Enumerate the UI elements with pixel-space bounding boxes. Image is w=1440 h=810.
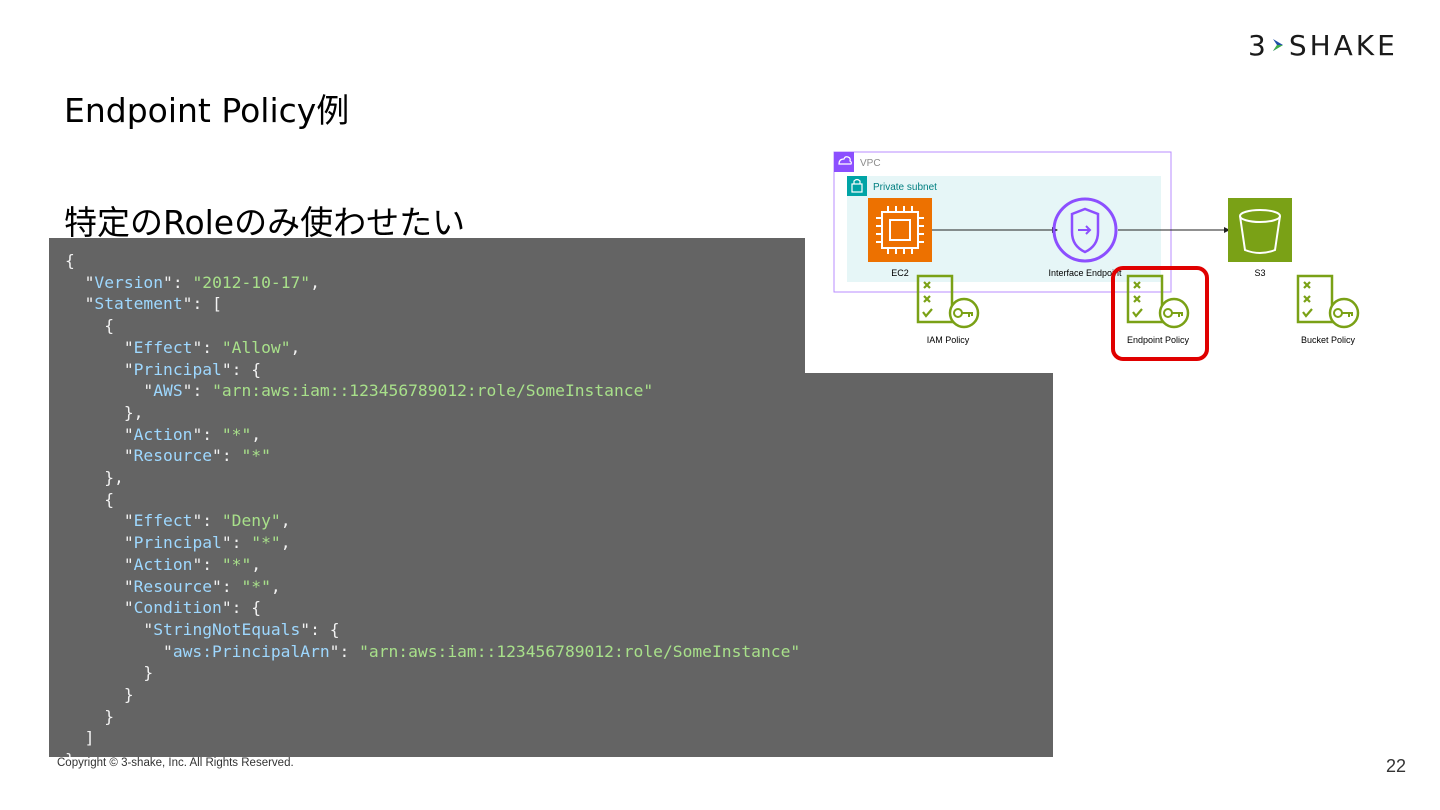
- ec2-label: EC2: [891, 268, 909, 278]
- json-string: "*": [221, 424, 252, 444]
- json-punctuation: ": [65, 272, 95, 292]
- json-key: Principal: [133, 533, 222, 553]
- lock-icon: [847, 176, 867, 196]
- s3-bucket-icon: [1228, 198, 1292, 262]
- json-punctuation: ,: [251, 554, 262, 574]
- json-string: "Allow": [221, 337, 291, 357]
- json-punctuation: {: [65, 316, 115, 336]
- json-string: "Deny": [221, 511, 281, 531]
- copyright-footer: Copyright © 3-shake, Inc. All Rights Res…: [57, 757, 294, 769]
- json-punctuation: ":: [212, 576, 242, 596]
- bucket-policy-label: Bucket Policy: [1301, 335, 1356, 345]
- ec2-icon: [868, 198, 932, 262]
- json-punctuation: ": [65, 619, 154, 639]
- json-punctuation: ":: [192, 337, 222, 357]
- json-punctuation: ":: [192, 554, 222, 574]
- json-key: Statement: [94, 294, 183, 314]
- iam-policy-label: IAM Policy: [927, 335, 970, 345]
- json-punctuation: ": [65, 337, 134, 357]
- json-punctuation: ":: [192, 511, 222, 531]
- json-punctuation: ": {: [300, 619, 340, 639]
- json-punctuation: ,: [280, 511, 291, 531]
- json-punctuation: ":: [182, 381, 213, 401]
- json-key: Action: [133, 424, 193, 444]
- json-punctuation: ": [65, 598, 134, 618]
- json-key: Resource: [133, 446, 213, 466]
- json-punctuation: ": [65, 446, 134, 466]
- vpc-icon: [834, 152, 854, 172]
- json-punctuation: ":: [192, 424, 222, 444]
- endpoint-policy-icon: [1126, 274, 1190, 329]
- vpc-label: VPC: [860, 158, 881, 169]
- subnet-label: Private subnet: [873, 182, 937, 193]
- page-number: 22: [1385, 756, 1406, 776]
- json-punctuation: ": {: [221, 598, 262, 618]
- architecture-diagram: VPC Private subnet EC2 Interface Endpoin…: [833, 151, 1360, 361]
- json-punctuation: }: [65, 685, 134, 705]
- json-key: Effect: [133, 511, 193, 531]
- endpoint-label: Interface Endpoint: [1048, 268, 1122, 278]
- bucket-policy-icon: [1296, 274, 1360, 329]
- json-punctuation: ,: [251, 424, 262, 444]
- iam-policy-icon: [916, 274, 980, 329]
- json-string: "*": [221, 554, 252, 574]
- endpoint-policy-label: Endpoint Policy: [1127, 335, 1190, 345]
- json-key: Principal: [133, 359, 222, 379]
- json-key: Effect: [133, 337, 193, 357]
- json-string: "2012-10-17": [192, 272, 311, 292]
- json-punctuation: ":: [163, 272, 193, 292]
- json-string: "arn:aws:iam::123456789012:role/SomeInst…: [359, 641, 801, 661]
- json-punctuation: },: [65, 468, 124, 488]
- json-punctuation: ":: [329, 641, 360, 661]
- json-punctuation: ":: [212, 446, 242, 466]
- json-punctuation: ": [65, 424, 134, 444]
- json-string: "*": [241, 576, 271, 596]
- json-punctuation: ": [65, 641, 173, 661]
- json-punctuation: ,: [290, 337, 301, 357]
- json-key: Resource: [133, 576, 213, 596]
- json-punctuation: ": [65, 381, 154, 401]
- json-key: AWS: [153, 381, 183, 401]
- json-punctuation: ,: [310, 272, 320, 292]
- json-key: Version: [94, 272, 164, 292]
- json-string: "*": [241, 446, 271, 466]
- json-string: "arn:aws:iam::123456789012:role/SomeInst…: [212, 381, 654, 401]
- json-punctuation: ": [65, 294, 95, 314]
- json-key: aws:PrincipalArn: [172, 641, 330, 661]
- json-punctuation: ,: [280, 533, 291, 553]
- s3-label: S3: [1254, 268, 1265, 278]
- logo-mark-icon: [1272, 39, 1283, 51]
- json-punctuation: ": {: [221, 359, 262, 379]
- json-punctuation: {: [65, 489, 115, 509]
- json-punctuation: ": [65, 554, 134, 574]
- company-logo: 3 SHAKE: [1248, 28, 1398, 62]
- json-punctuation: },: [65, 402, 144, 422]
- slide-subtitle: 特定のRoleのみ使わせたい: [64, 203, 466, 242]
- slide-title: Endpoint Policy例: [64, 91, 350, 130]
- json-punctuation: ,: [270, 576, 281, 596]
- json-punctuation: }: [65, 706, 115, 726]
- json-punctuation: {: [65, 251, 75, 270]
- json-punctuation: ": [65, 511, 134, 531]
- json-punctuation: }: [65, 663, 154, 683]
- json-punctuation: ":: [221, 533, 252, 553]
- json-punctuation: ": [65, 533, 134, 553]
- json-punctuation: }: [65, 750, 75, 757]
- json-punctuation: ]: [65, 728, 95, 748]
- json-punctuation: ": [: [182, 294, 222, 314]
- json-key: StringNotEquals: [153, 619, 301, 639]
- json-punctuation: ": [65, 576, 134, 596]
- json-string: "*": [251, 533, 281, 553]
- json-punctuation: ": [65, 359, 134, 379]
- json-key: Condition: [133, 598, 222, 618]
- json-key: Action: [133, 554, 193, 574]
